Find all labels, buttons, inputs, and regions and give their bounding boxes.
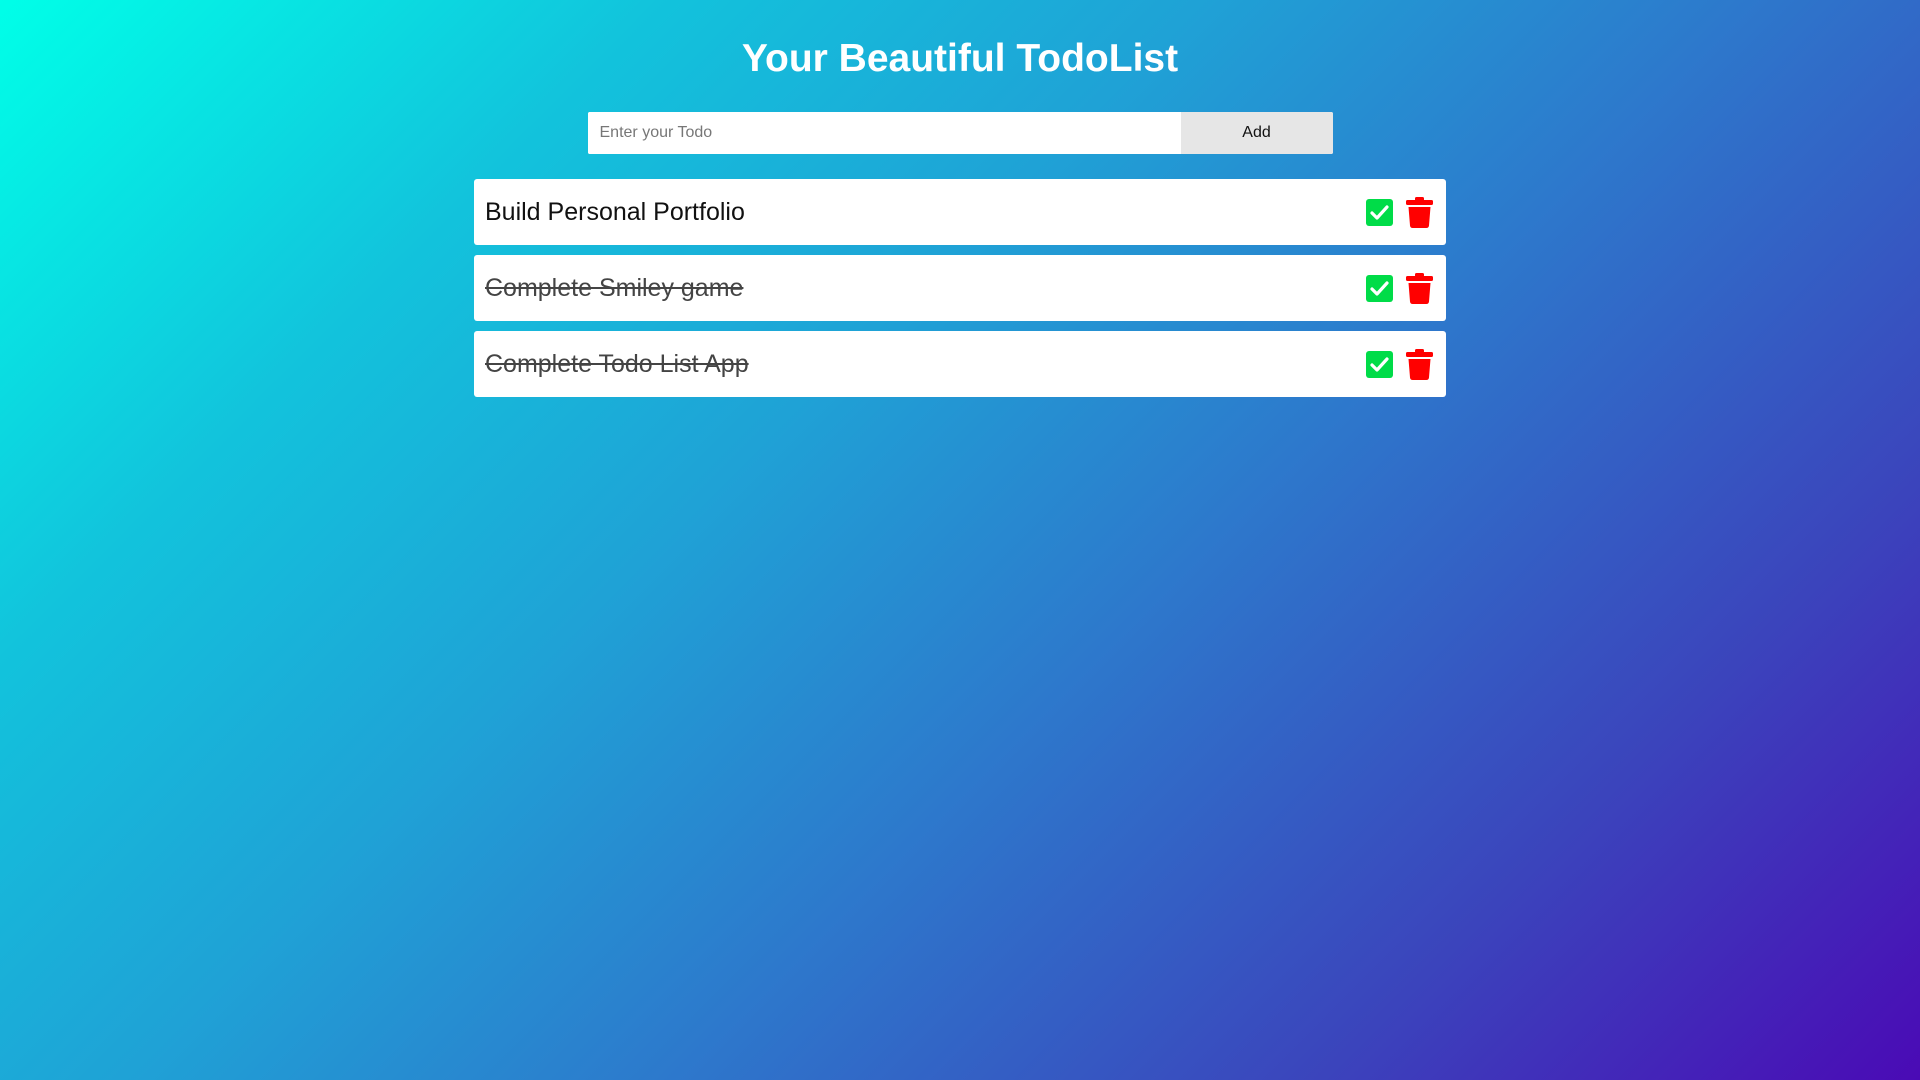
check-square-icon [1365, 274, 1393, 302]
todo-actions [1364, 196, 1434, 228]
todo-form: Add [587, 112, 1333, 154]
todo-item: Build Personal Portfolio [474, 179, 1446, 245]
todo-actions [1364, 348, 1434, 380]
delete-button[interactable] [1404, 196, 1434, 228]
trash-icon [1405, 196, 1433, 228]
todo-text: Complete Smiley game [485, 273, 744, 302]
trash-icon [1405, 348, 1433, 380]
todo-list: Build Personal Portfolio Complete Smiley… [474, 179, 1446, 397]
todo-item: Complete Todo List App [474, 331, 1446, 397]
todo-actions [1364, 272, 1434, 304]
delete-button[interactable] [1404, 272, 1434, 304]
check-square-icon [1365, 350, 1393, 378]
trash-icon [1405, 272, 1433, 304]
todo-app: Your Beautiful TodoList Add Build Person… [474, 0, 1446, 397]
complete-button[interactable] [1364, 349, 1394, 379]
complete-button[interactable] [1364, 197, 1394, 227]
complete-button[interactable] [1364, 273, 1394, 303]
todo-text: Complete Todo List App [485, 349, 749, 378]
todo-input[interactable] [587, 112, 1181, 154]
todo-text: Build Personal Portfolio [485, 197, 745, 226]
check-square-icon [1365, 198, 1393, 226]
delete-button[interactable] [1404, 348, 1434, 380]
todo-item: Complete Smiley game [474, 255, 1446, 321]
page-title: Your Beautiful TodoList [741, 37, 1179, 80]
add-button[interactable]: Add [1180, 112, 1333, 154]
